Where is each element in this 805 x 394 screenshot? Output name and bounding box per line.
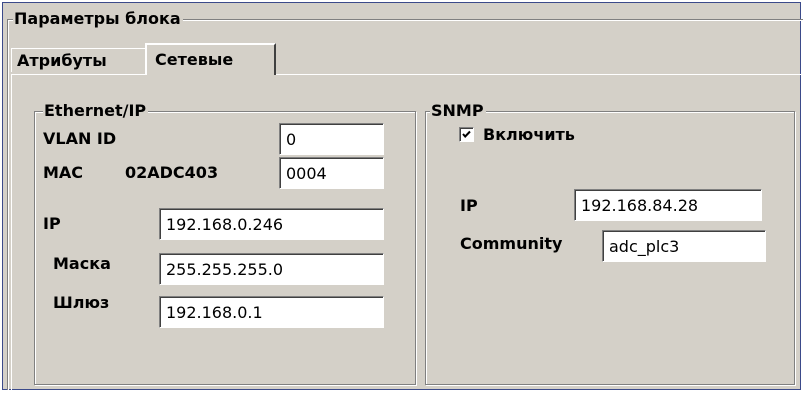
ethernet-group: Ethernet/IP VLAN ID 0 MAC 02ADC403 0004 … <box>34 101 416 385</box>
block-parameters-window: Параметры блока Атрибуты Сетевые Etherne… <box>2 2 803 393</box>
mac-label: MAC <box>43 163 84 182</box>
tab-attributes-label: Атрибуты <box>17 51 107 70</box>
snmp-title: SNMP <box>430 101 486 121</box>
tab-attributes[interactable]: Атрибуты <box>11 48 146 72</box>
mask-label: Маска <box>53 254 111 273</box>
vlan-id-label: VLAN ID <box>43 129 117 148</box>
snmp-group: SNMP Включить IP 192.168.84.28 Community… <box>425 101 795 385</box>
mac-suffix-input[interactable]: 0004 <box>279 157 384 189</box>
mask-input[interactable]: 255.255.255.0 <box>159 253 384 285</box>
gateway-input[interactable]: 192.168.0.1 <box>159 296 384 328</box>
vlan-id-input[interactable]: 0 <box>279 123 384 155</box>
community-input[interactable]: adc_plc3 <box>602 230 766 262</box>
ip-label: IP <box>43 214 61 233</box>
block-parameters-title: Параметры блока <box>13 9 183 29</box>
tab-network-label: Сетевые <box>155 50 234 69</box>
community-label: Community <box>460 234 563 253</box>
snmp-ip-input[interactable]: 192.168.84.28 <box>574 189 762 221</box>
snmp-ip-label: IP <box>460 196 478 215</box>
ip-input[interactable]: 192.168.0.246 <box>159 208 384 240</box>
tab-network-panel: Ethernet/IP VLAN ID 0 MAC 02ADC403 0004 … <box>11 74 802 393</box>
block-parameters-group: Параметры блока Атрибуты Сетевые Etherne… <box>7 9 803 393</box>
snmp-enable-checkbox[interactable] <box>459 127 474 142</box>
snmp-enable-label: Включить <box>483 125 575 144</box>
gateway-label: Шлюз <box>53 293 110 312</box>
ethernet-title: Ethernet/IP <box>43 101 149 121</box>
checkmark-icon <box>462 130 471 138</box>
mac-prefix-value: 02ADC403 <box>125 163 219 182</box>
tab-network[interactable]: Сетевые <box>145 43 276 75</box>
